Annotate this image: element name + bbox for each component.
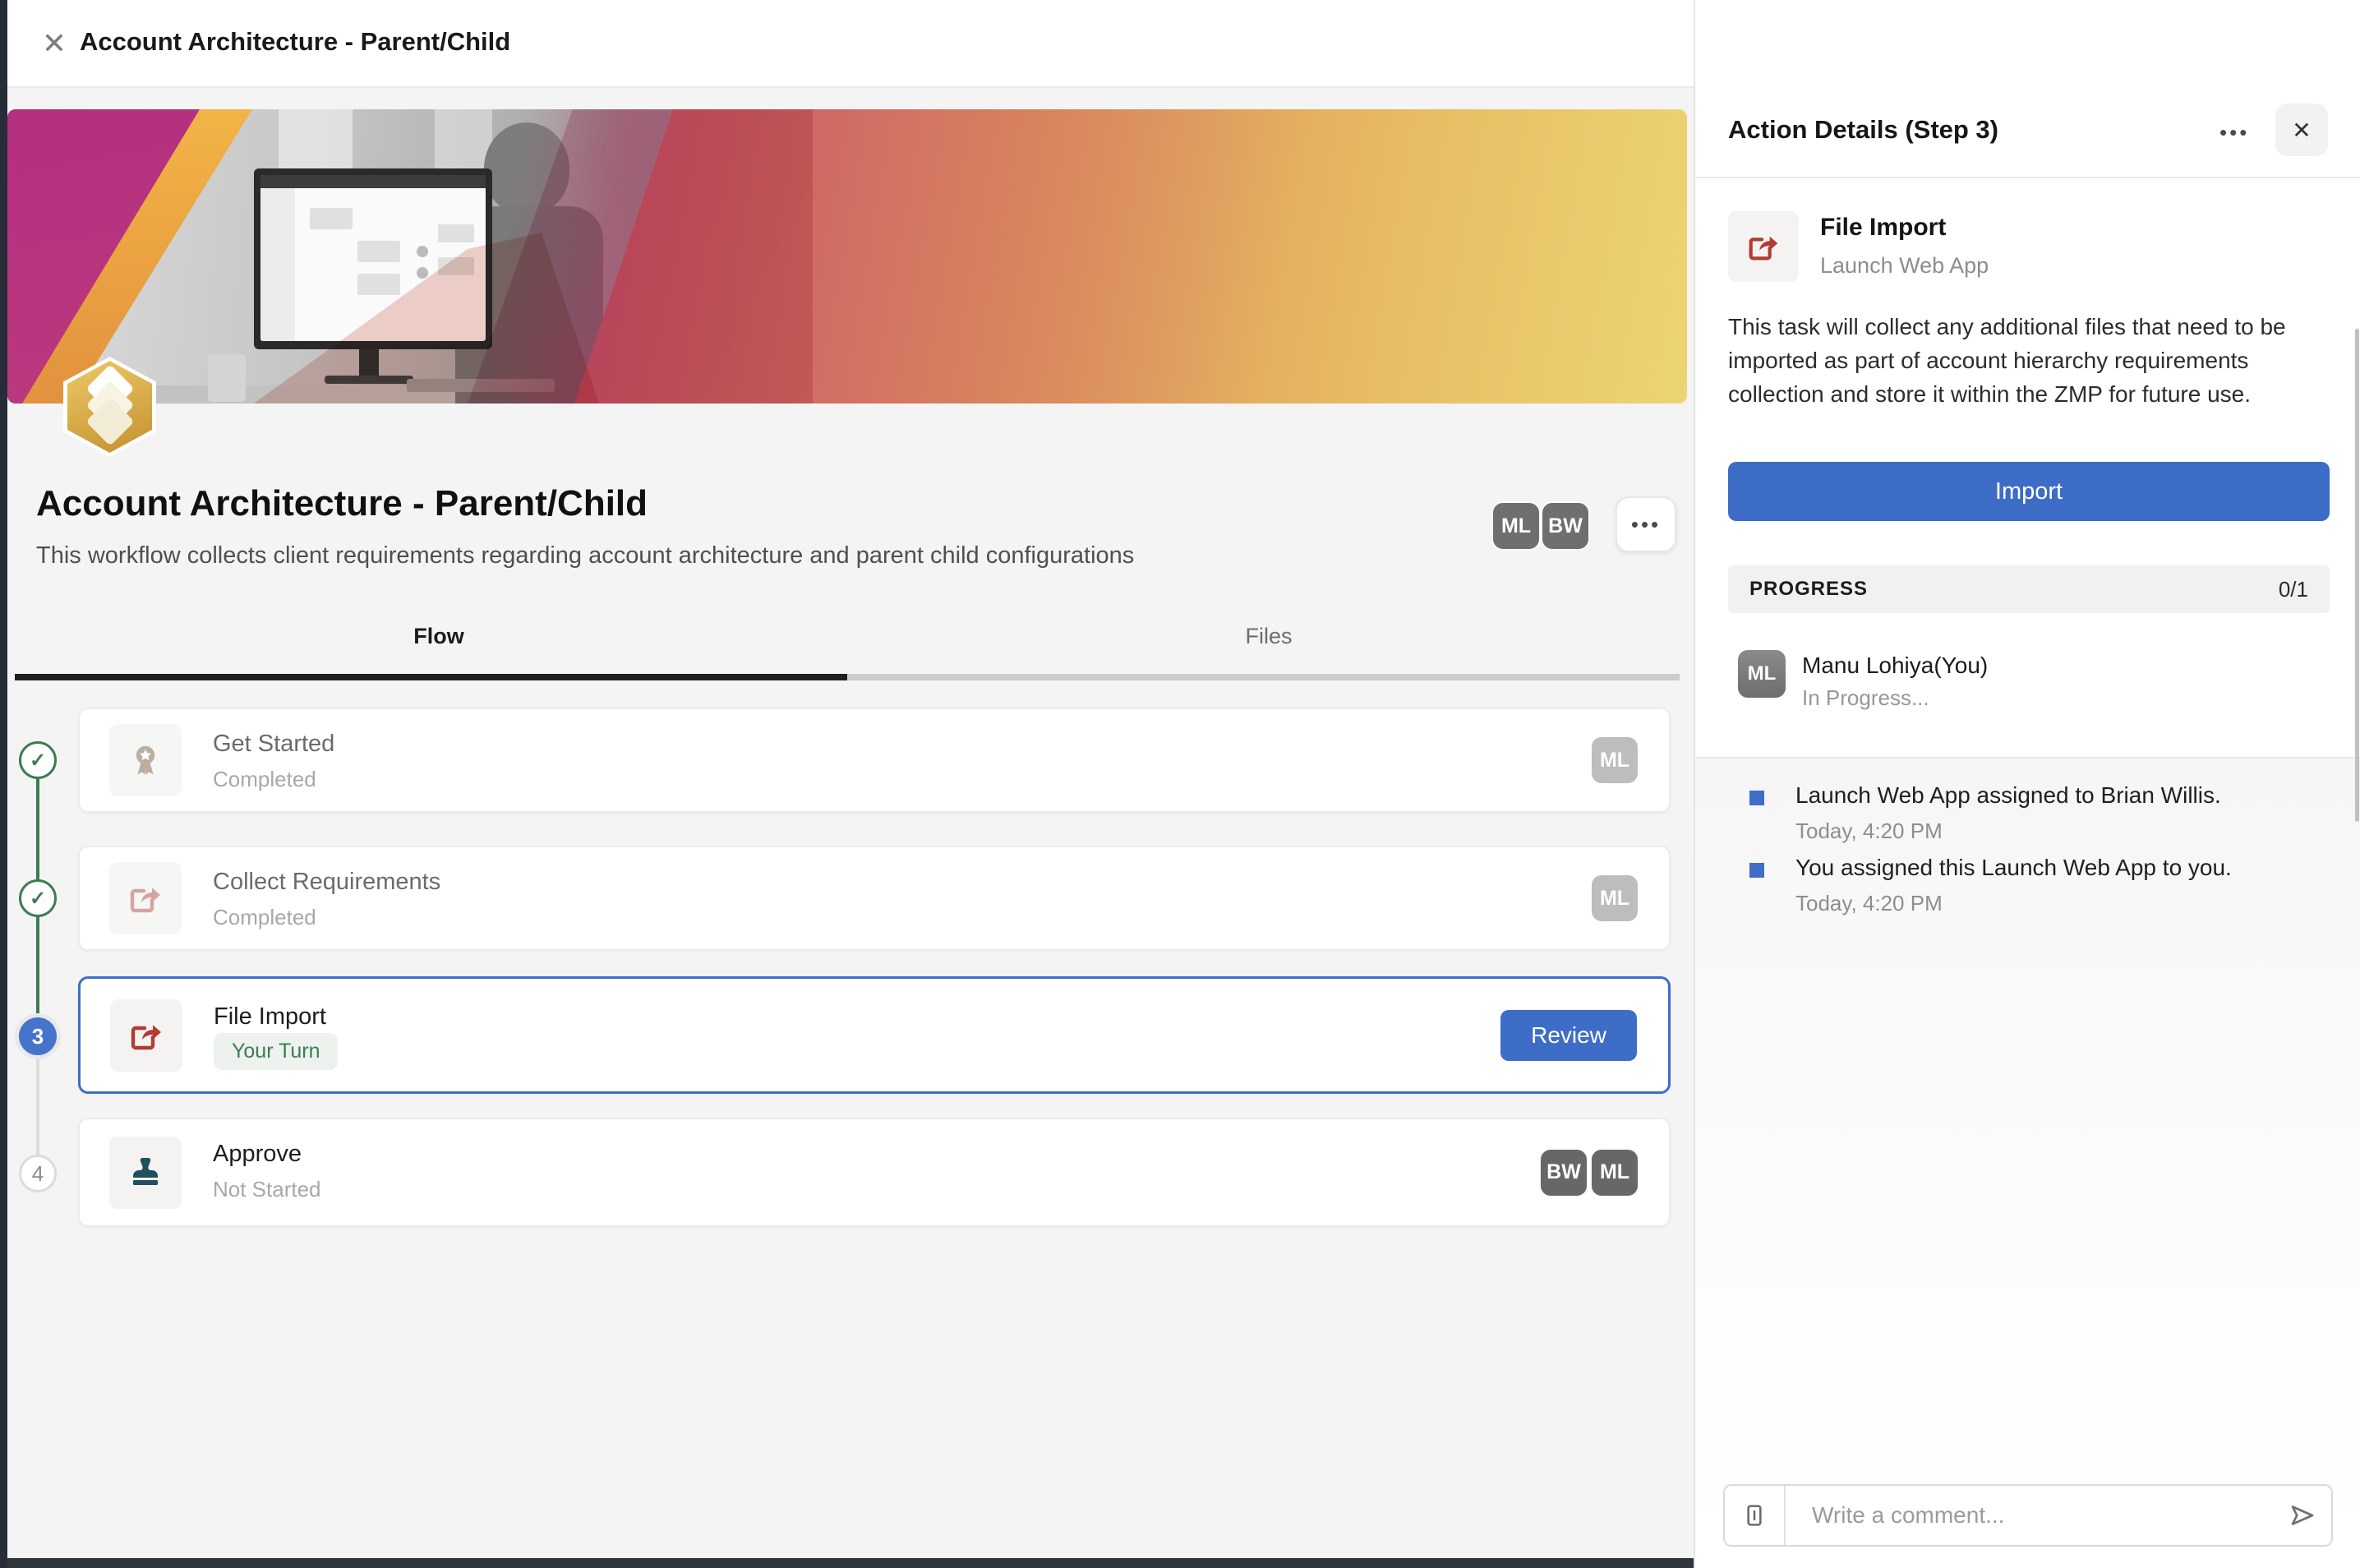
page-title: Account Architecture - Parent/Child bbox=[36, 483, 648, 524]
main-content: Account Architecture - Parent/Child This… bbox=[7, 88, 1694, 1558]
rail-line-pending bbox=[36, 1036, 39, 1174]
task-description: This task will collect any additional fi… bbox=[1728, 311, 2325, 412]
task-type: Launch Web App bbox=[1820, 253, 1989, 279]
avatar-ml: ML bbox=[1491, 501, 1541, 551]
workflow-menu-button[interactable]: ••• bbox=[1616, 496, 1676, 552]
comment-bar bbox=[1723, 1484, 2333, 1547]
avatar-bw: BW bbox=[1539, 1148, 1588, 1197]
step-card-file-import[interactable]: File Import Your Turn Review bbox=[78, 976, 1671, 1094]
activity-time: Today, 4:20 PM bbox=[1795, 891, 1943, 916]
modal-title: Account Architecture - Parent/Child bbox=[80, 27, 510, 57]
workflow-assignees: ML BW bbox=[1491, 501, 1590, 551]
step-indicator-1: ✓ bbox=[19, 741, 57, 779]
step-status: Completed bbox=[213, 905, 316, 930]
step-title: File Import bbox=[214, 1003, 326, 1031]
step-indicator-3: 3 bbox=[19, 1017, 57, 1055]
activity-text: You assigned this Launch Web App to you. bbox=[1795, 855, 2232, 881]
launch-icon bbox=[110, 999, 182, 1072]
activity-time: Today, 4:20 PM bbox=[1795, 819, 1943, 844]
step-title: Approve bbox=[213, 1141, 302, 1168]
page-description: This workflow collects client requiremen… bbox=[36, 542, 1134, 570]
activity-bullet-icon bbox=[1749, 791, 1764, 805]
launch-icon bbox=[109, 862, 182, 934]
tab-files[interactable]: Files bbox=[1104, 624, 1433, 649]
avatar-bw: BW bbox=[1541, 501, 1590, 551]
medal-icon bbox=[109, 724, 182, 796]
send-icon bbox=[2288, 1501, 2317, 1530]
step-status: Completed bbox=[213, 767, 316, 792]
assignee-status: In Progress... bbox=[1802, 685, 1929, 711]
modal-topbar: ✕ Account Architecture - Parent/Child bbox=[7, 0, 1694, 88]
workflow-modal: ✕ Account Architecture - Parent/Child bbox=[0, 0, 2360, 1568]
step-title: Get Started bbox=[213, 731, 334, 758]
step-card-get-started[interactable]: Get Started Completed ML bbox=[78, 708, 1671, 813]
avatar-ml: ML bbox=[1590, 1148, 1639, 1197]
attach-button[interactable] bbox=[1725, 1486, 1786, 1545]
app-bottom-edge bbox=[7, 1558, 1694, 1568]
assignee-name: Manu Lohiya(You) bbox=[1802, 653, 1988, 679]
progress-count: 0/1 bbox=[2279, 577, 2308, 602]
close-icon[interactable]: ✕ bbox=[32, 21, 76, 66]
step-indicator-4: 4 bbox=[19, 1155, 57, 1192]
step-title: Collect Requirements bbox=[213, 869, 440, 896]
progress-header: PROGRESS 0/1 bbox=[1728, 565, 2330, 613]
tab-divider bbox=[847, 674, 1680, 680]
step-card-approve[interactable]: Approve Not Started BW ML bbox=[78, 1118, 1671, 1227]
tab-active-underline bbox=[15, 674, 847, 680]
activity-bullet-icon bbox=[1749, 863, 1764, 878]
tab-flow[interactable]: Flow bbox=[274, 624, 603, 649]
task-name: File Import bbox=[1820, 214, 1946, 242]
hero-banner bbox=[7, 109, 1687, 404]
avatar-ml: ML bbox=[1590, 736, 1639, 785]
comment-input[interactable] bbox=[1786, 1502, 2274, 1529]
stamp-icon bbox=[109, 1137, 182, 1209]
step-card-collect-requirements[interactable]: Collect Requirements Completed ML bbox=[78, 846, 1671, 951]
activity-text: Launch Web App assigned to Brian Willis. bbox=[1795, 782, 2221, 809]
panel-scrollbar[interactable] bbox=[2355, 329, 2359, 822]
panel-title: Action Details (Step 3) bbox=[1728, 115, 1998, 145]
step-indicator-2: ✓ bbox=[19, 879, 57, 917]
progress-label: PROGRESS bbox=[1749, 578, 1868, 601]
step-status: Not Started bbox=[213, 1177, 321, 1202]
app-left-edge bbox=[0, 0, 7, 1568]
attach-icon bbox=[1741, 1502, 1768, 1529]
divider bbox=[1695, 177, 2360, 178]
send-button[interactable] bbox=[2274, 1501, 2331, 1530]
avatar-ml: ML bbox=[1590, 874, 1639, 923]
review-button[interactable]: Review bbox=[1500, 1010, 1637, 1061]
action-details-panel: Action Details (Step 3) ••• ✕ File Impor… bbox=[1694, 0, 2360, 1568]
launch-icon bbox=[1728, 211, 1799, 282]
import-button[interactable]: Import bbox=[1728, 462, 2330, 521]
avatar-ml: ML bbox=[1738, 650, 1786, 698]
your-turn-badge: Your Turn bbox=[214, 1033, 338, 1070]
panel-menu-button[interactable]: ••• bbox=[2219, 120, 2249, 145]
panel-close-button[interactable]: ✕ bbox=[2275, 104, 2328, 156]
